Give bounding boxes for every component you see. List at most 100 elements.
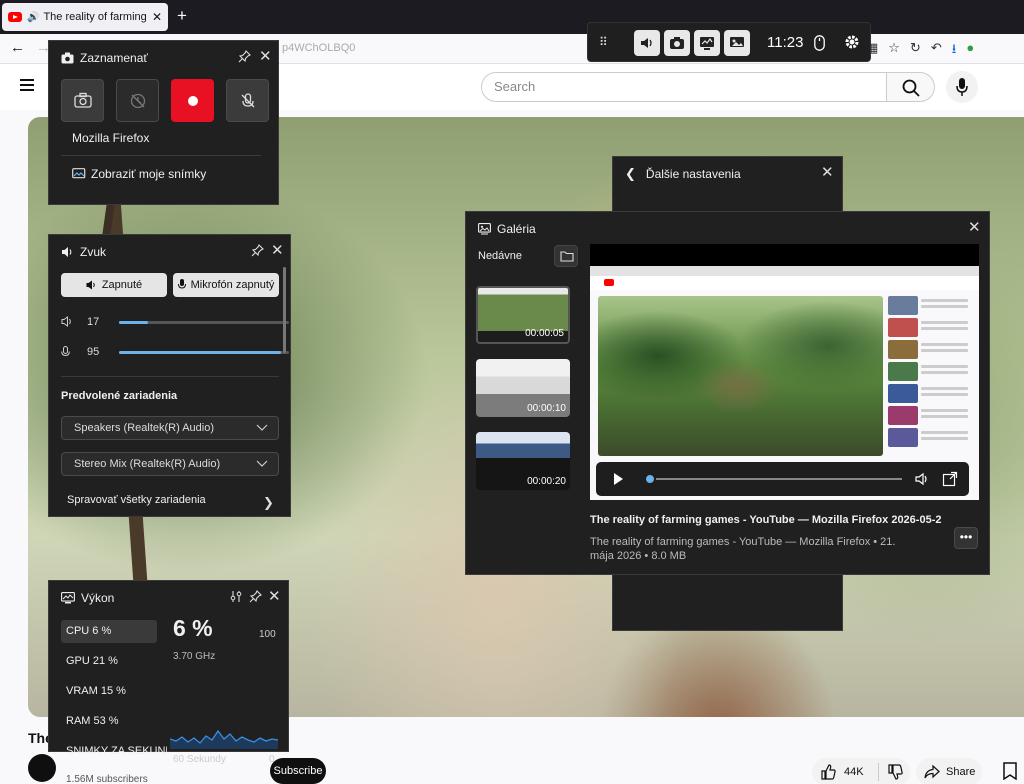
- manage-devices-link[interactable]: Spravovať všetky zariadenia: [67, 494, 206, 506]
- thumbnail-duration: 00:00:20: [527, 476, 566, 487]
- more-settings-header: ❮ Ďalšie nastavenia: [625, 166, 741, 182]
- pin-icon[interactable]: [251, 244, 264, 257]
- toolbar-icons: ▦ ☆ ↻ ↶ ⭳ ●: [866, 40, 974, 62]
- perf-item-fps[interactable]: SNIMKY ZA SEKUNDU: [61, 740, 167, 763]
- chevron-right-icon[interactable]: ❯: [263, 495, 274, 511]
- gallery-preview[interactable]: [590, 244, 979, 500]
- mic-volume-fill: [119, 351, 281, 354]
- record-icon: [188, 96, 198, 106]
- capture-metadata: The reality of farming games - YouTube —…: [590, 536, 896, 562]
- mic-volume-row: 95: [61, 346, 291, 360]
- youtube-logo-icon: [604, 279, 614, 286]
- like-button[interactable]: 44K: [812, 758, 910, 784]
- perf-item-ram[interactable]: RAM 53 %: [61, 710, 157, 733]
- preview-seek-bar[interactable]: [650, 478, 902, 480]
- gallery-header: Galéria: [478, 222, 536, 236]
- microphone-toggle-button[interactable]: [226, 79, 269, 122]
- close-icon[interactable]: ✕: [821, 163, 834, 181]
- pin-icon[interactable]: [238, 50, 251, 63]
- drag-handle-icon[interactable]: ⠿: [599, 35, 608, 49]
- new-tab-button[interactable]: +: [177, 6, 187, 26]
- output-device-select[interactable]: Speakers (Realtek(R) Audio): [61, 416, 279, 440]
- mic-volume-value: 95: [87, 346, 100, 358]
- reload-icon[interactable]: ↻: [910, 40, 921, 62]
- performance-icon: [61, 592, 75, 604]
- download-icon[interactable]: ⭳: [952, 40, 957, 62]
- back-chevron-icon[interactable]: ❮: [625, 166, 636, 182]
- undo-icon[interactable]: ↶: [931, 40, 942, 62]
- audio-title: Zvuk: [80, 245, 107, 259]
- seek-knob[interactable]: [644, 473, 656, 485]
- more-options-button[interactable]: •••: [954, 527, 978, 549]
- speaker-volume-slider[interactable]: [119, 321, 289, 324]
- graph-min-label: 0: [269, 754, 275, 765]
- recent-label: Nedávne: [478, 250, 523, 262]
- performance-widget: Výkon ✕ CPU 6 % GPU 21 % VRAM 15 % RAM 5…: [48, 580, 289, 765]
- settings-sliders-icon[interactable]: [230, 590, 243, 603]
- close-icon[interactable]: ✕: [968, 218, 981, 236]
- url-bar[interactable]: p4WChOLBQ0: [282, 42, 355, 54]
- channel-avatar[interactable]: [28, 754, 56, 782]
- extension-icon[interactable]: ●: [966, 40, 974, 62]
- preview-video: [598, 296, 883, 456]
- preview-recommendations: [888, 296, 968, 456]
- perf-max-value: 100: [259, 629, 276, 640]
- play-icon[interactable]: [614, 473, 623, 485]
- performance-icon: [700, 37, 714, 50]
- capture-widget-button[interactable]: [664, 30, 690, 56]
- speaker-icon: [641, 38, 652, 48]
- perf-item-gpu[interactable]: GPU 21 %: [61, 650, 157, 673]
- browser-tab[interactable]: 🔊 The reality of farming games ✕: [2, 3, 168, 31]
- tab-close-icon[interactable]: ✕: [152, 10, 162, 24]
- mic-volume-slider[interactable]: [119, 351, 289, 354]
- microphone-icon: [956, 78, 968, 96]
- gallery-thumbnail[interactable]: 00:00:10: [476, 359, 570, 417]
- thumbs-down-icon[interactable]: [887, 764, 903, 780]
- output-toggle-label: Zapnuté: [101, 279, 143, 291]
- input-device-select[interactable]: Stereo Mix (Realtek(R) Audio): [61, 452, 279, 476]
- capture-widget: Zaznamenať ✕ Mozilla Firefox Zobraziť mo…: [48, 40, 279, 205]
- gear-icon[interactable]: [844, 34, 860, 50]
- cpu-frequency: 3.70 GHz: [173, 651, 216, 662]
- camera-icon: [670, 37, 684, 49]
- search-input[interactable]: Search: [481, 72, 887, 102]
- search-button[interactable]: [887, 72, 935, 102]
- mic-toggle-label: Mikrofón zapnutý: [190, 279, 275, 291]
- mouse-icon[interactable]: [814, 35, 825, 51]
- close-icon[interactable]: ✕: [259, 47, 272, 65]
- back-button[interactable]: ←: [10, 39, 25, 56]
- audio-widget-button[interactable]: [634, 30, 660, 56]
- gallery-widget-button[interactable]: [724, 30, 750, 56]
- subscribe-button[interactable]: Subscribe: [270, 758, 326, 784]
- voice-search-button[interactable]: [946, 71, 978, 103]
- close-icon[interactable]: ✕: [271, 241, 284, 259]
- screenshot-button[interactable]: [61, 79, 104, 122]
- perf-item-vram[interactable]: VRAM 15 %: [61, 680, 157, 703]
- start-recording-button[interactable]: [171, 79, 214, 122]
- gallery-thumbnail[interactable]: 00:00:05: [476, 286, 570, 344]
- save-icon[interactable]: [1003, 762, 1017, 780]
- graph-duration-label: 60 Sekundy: [173, 754, 226, 765]
- show-captures-link[interactable]: Zobraziť moje snímky: [72, 167, 206, 181]
- perf-item-cpu[interactable]: CPU 6 %: [61, 620, 157, 643]
- chevron-down-icon: [256, 460, 268, 467]
- open-folder-button[interactable]: [554, 245, 578, 267]
- popout-icon[interactable]: [942, 471, 958, 487]
- performance-widget-button[interactable]: [694, 30, 720, 56]
- share-button[interactable]: Share: [916, 758, 982, 784]
- speaker-icon[interactable]: 🔊: [27, 12, 39, 23]
- menu-icon[interactable]: [20, 79, 34, 91]
- volume-icon[interactable]: [914, 471, 930, 487]
- divider: [61, 155, 261, 156]
- speaker-icon: [61, 316, 71, 327]
- mic-toggle-button[interactable]: Mikrofón zapnutý: [173, 273, 279, 297]
- tab-title: The reality of farming games: [43, 11, 147, 23]
- youtube-favicon-icon: [8, 12, 22, 22]
- gallery-thumbnail[interactable]: 00:00:20: [476, 432, 570, 490]
- star-icon[interactable]: ☆: [888, 40, 900, 62]
- pin-icon[interactable]: [249, 590, 262, 603]
- audio-scrollbar[interactable]: [283, 267, 286, 353]
- record-last-button[interactable]: [116, 79, 159, 122]
- close-icon[interactable]: ✕: [268, 587, 281, 605]
- output-toggle-button[interactable]: Zapnuté: [61, 273, 167, 297]
